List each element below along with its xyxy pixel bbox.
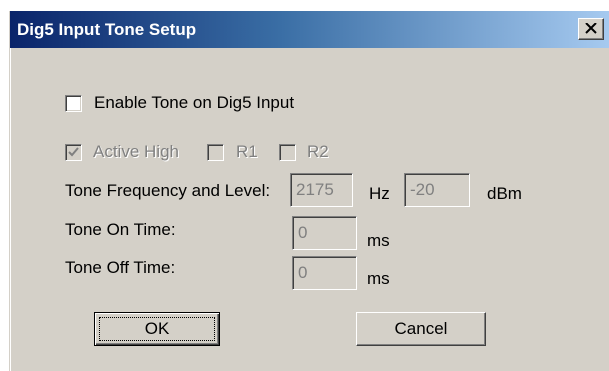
- r1-label[interactable]: R1: [236, 142, 258, 162]
- r2-label[interactable]: R2: [307, 142, 329, 162]
- close-icon: [585, 23, 597, 34]
- dialog-window: Dig5 Input Tone Setup Enable Tone on Dig…: [9, 11, 609, 371]
- tone-frequency-input[interactable]: 2175: [290, 173, 353, 207]
- tone-on-time-label: Tone On Time:: [65, 220, 176, 239]
- checkmark-icon: [68, 147, 79, 157]
- ok-button[interactable]: OK: [94, 312, 220, 346]
- enable-tone-label[interactable]: Enable Tone on Dig5 Input: [94, 93, 294, 113]
- level-unit-label: dBm: [487, 184, 522, 203]
- enable-tone-checkbox[interactable]: [65, 95, 82, 112]
- cancel-button[interactable]: Cancel: [356, 312, 486, 346]
- close-button[interactable]: [578, 18, 604, 40]
- tone-on-time-unit: ms: [367, 231, 390, 250]
- tone-off-time-input[interactable]: 0: [292, 256, 357, 290]
- r2-checkbox[interactable]: [279, 144, 296, 161]
- active-high-checkbox[interactable]: [65, 144, 82, 161]
- tone-level-input[interactable]: -20: [404, 173, 470, 207]
- ok-button-label: OK: [144, 319, 170, 338]
- window-title: Dig5 Input Tone Setup: [17, 20, 197, 39]
- tone-off-time-label: Tone Off Time:: [65, 258, 176, 277]
- cancel-button-label: Cancel: [394, 319, 448, 338]
- tone-on-time-input[interactable]: 0: [292, 216, 357, 250]
- tone-off-time-unit: ms: [367, 269, 390, 288]
- active-high-label[interactable]: Active High: [93, 142, 179, 162]
- title-bar[interactable]: Dig5 Input Tone Setup: [10, 11, 609, 48]
- tone-frequency-label: Tone Frequency and Level:: [65, 181, 271, 200]
- r1-checkbox[interactable]: [207, 144, 224, 161]
- frequency-unit-label: Hz: [369, 184, 390, 203]
